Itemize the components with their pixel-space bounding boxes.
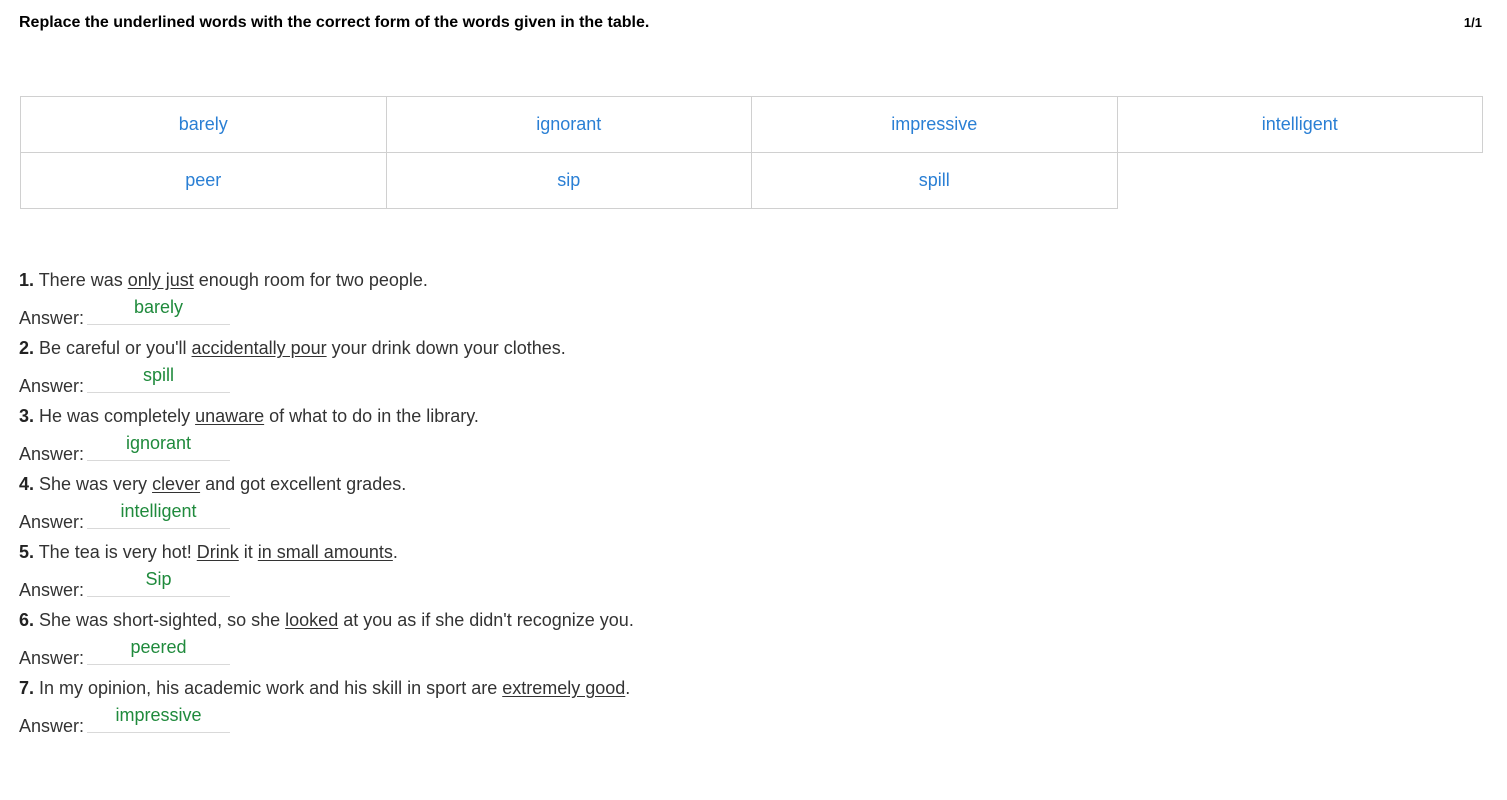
answer-field-6[interactable]: peered <box>87 634 230 665</box>
answer-row-7: Answer: impressive <box>19 702 1479 742</box>
question-text: . <box>625 678 631 698</box>
answer-row-2: Answer: spill <box>19 362 1479 402</box>
question-text: He was completely <box>34 406 196 426</box>
word-bank-empty-cell <box>1116 152 1483 209</box>
answer-label: Answer: <box>19 444 85 464</box>
answer-field-7[interactable]: impressive <box>87 702 230 733</box>
question-text: In my opinion, his academic work and his… <box>34 678 503 698</box>
word-bank-cell: impressive <box>751 96 1118 153</box>
answer-row-1: Answer: barely <box>19 294 1479 334</box>
answer-row-3: Answer: ignorant <box>19 430 1479 470</box>
word-bank-cell: barely <box>20 96 387 153</box>
underlined-phrase: accidentally pour <box>191 338 327 358</box>
header: Replace the underlined words with the co… <box>19 12 1482 34</box>
answer-label: Answer: <box>19 308 85 328</box>
question-list: 1. There was only just enough room for t… <box>19 266 1479 742</box>
question-text: enough room for two people. <box>193 270 428 290</box>
answer-field-2[interactable]: spill <box>87 362 230 393</box>
question-4: 4. She was very clever and got excellent… <box>19 470 1479 498</box>
word-bank-cell: peer <box>20 152 387 209</box>
word-bank-cell: spill <box>751 152 1118 209</box>
question-text: and got excellent grades. <box>200 474 407 494</box>
underlined-phrase: Drink <box>196 542 239 562</box>
answer-label: Answer: <box>19 716 85 736</box>
question-text: at you as if she didn't recognize you. <box>338 610 634 630</box>
answer-field-5[interactable]: Sip <box>87 566 230 597</box>
underlined-phrase: extremely good <box>502 678 626 698</box>
word-bank-cell: ignorant <box>385 96 752 153</box>
answer-field-3[interactable]: ignorant <box>87 430 230 461</box>
question-text: She was short-sighted, so she <box>34 610 286 630</box>
question-7: 7. In my opinion, his academic work and … <box>19 674 1479 702</box>
question-text: your drink down your clothes. <box>326 338 566 358</box>
question-number: 4. <box>19 474 35 494</box>
question-text: She was very <box>34 474 153 494</box>
question-6: 6. She was short-sighted, so she looked … <box>19 606 1479 634</box>
answer-row-4: Answer: intelligent <box>19 498 1479 538</box>
page-counter: 1/1 <box>1463 15 1482 30</box>
question-text: it <box>238 542 258 562</box>
answer-label: Answer: <box>19 580 85 600</box>
question-text: There was <box>34 270 128 290</box>
word-bank-row: peer sip spill <box>20 152 1483 209</box>
question-number: 3. <box>19 406 35 426</box>
answer-row-5: Answer: Sip <box>19 566 1479 606</box>
answer-label: Answer: <box>19 512 85 532</box>
question-5: 5. The tea is very hot! Drink it in smal… <box>19 538 1479 566</box>
question-text: of what to do in the library. <box>264 406 479 426</box>
word-bank-row: barely ignorant impressive intelligent <box>20 96 1483 153</box>
question-1: 1. There was only just enough room for t… <box>19 266 1479 294</box>
answer-label: Answer: <box>19 376 85 396</box>
question-number: 6. <box>19 610 35 630</box>
answer-field-1[interactable]: barely <box>87 294 230 325</box>
question-number: 7. <box>19 678 35 698</box>
question-text: . <box>392 542 398 562</box>
instruction-text: Replace the underlined words with the co… <box>19 14 650 31</box>
question-number: 5. <box>19 542 35 562</box>
underlined-phrase: clever <box>152 474 201 494</box>
underlined-phrase: looked <box>285 610 339 630</box>
question-text: The tea is very hot! <box>34 542 197 562</box>
answer-label: Answer: <box>19 648 85 668</box>
underlined-phrase: in small amounts <box>257 542 393 562</box>
answer-row-6: Answer: peered <box>19 634 1479 674</box>
question-number: 1. <box>19 270 35 290</box>
underlined-phrase: only just <box>127 270 194 290</box>
question-2: 2. Be careful or you'll accidentally pou… <box>19 334 1479 362</box>
word-bank-cell: sip <box>385 152 752 209</box>
word-bank-table: barely ignorant impressive intelligent p… <box>20 96 1483 209</box>
question-number: 2. <box>19 338 35 358</box>
question-3: 3. He was completely unaware of what to … <box>19 402 1479 430</box>
word-bank-cell: intelligent <box>1116 96 1483 153</box>
answer-field-4[interactable]: intelligent <box>87 498 230 529</box>
underlined-phrase: unaware <box>195 406 265 426</box>
question-text: Be careful or you'll <box>34 338 192 358</box>
